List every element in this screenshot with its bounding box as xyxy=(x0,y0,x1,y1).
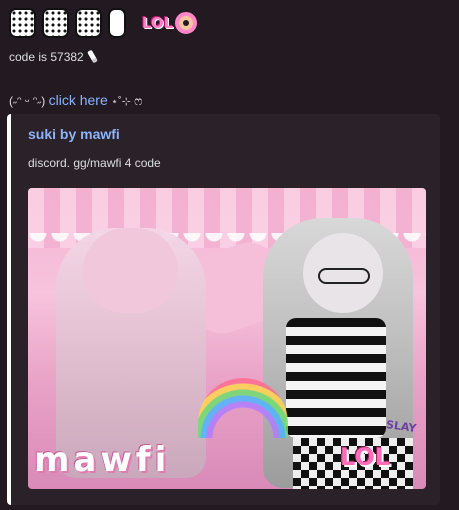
image-glasses xyxy=(318,268,370,284)
bubble-letter-u: u xyxy=(42,8,69,38)
message-area: S u k i LOL code is 57382 (˶ᵔ ᵕ ᵔ˶) clic… xyxy=(0,0,459,510)
donut-icon xyxy=(175,12,198,34)
lol-donut-emoji[interactable]: LOL xyxy=(142,8,198,38)
code-text: code is 57382 xyxy=(9,50,84,64)
bubble-letter-s: S xyxy=(9,8,36,38)
knife-icon xyxy=(86,49,98,64)
bubble-letter-k: k xyxy=(75,8,102,38)
embed-image[interactable]: mawfi SLAY LOL xyxy=(28,188,426,489)
title-row: S u k i LOL xyxy=(9,4,198,42)
kaomoji-text: (˶ᵔ ᵕ ᵔ˶) xyxy=(9,94,46,108)
lol-emoji-text: LOL xyxy=(142,14,174,32)
bubble-title: S u k i xyxy=(9,8,126,38)
image-overlay-lol: LOL xyxy=(340,443,391,471)
code-line: code is 57382 xyxy=(9,49,98,64)
embed-title-link[interactable]: suki by mawfi xyxy=(28,126,120,142)
click-here-link[interactable]: click here xyxy=(49,92,108,108)
sparkle-icon: ⋆˚⊹ xyxy=(111,96,131,108)
link-embed: suki by mawfi discord. gg/mawfi 4 code m… xyxy=(7,114,440,505)
image-striped-shirt xyxy=(286,318,386,438)
bow-icon: ෆ xyxy=(134,94,143,108)
bubble-letter-i: i xyxy=(108,8,126,38)
image-character-left-head xyxy=(83,228,178,313)
click-line: (˶ᵔ ᵕ ᵔ˶) click here ⋆˚⊹ ෆ xyxy=(9,92,142,109)
image-overlay-word: mawfi xyxy=(34,440,171,480)
embed-description: discord. gg/mawfi 4 code xyxy=(28,156,161,170)
